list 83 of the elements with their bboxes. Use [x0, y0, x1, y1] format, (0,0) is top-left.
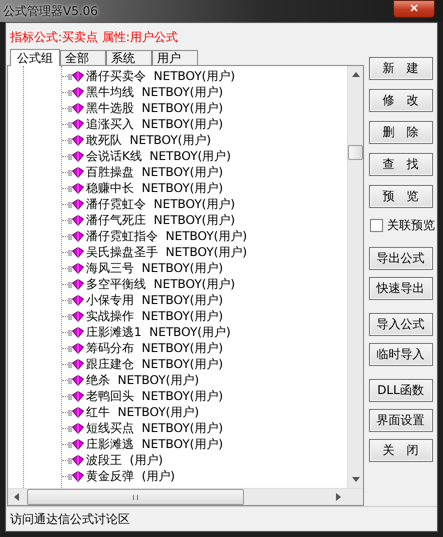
formula-cube-icon [68, 422, 84, 434]
formula-cube-icon [68, 358, 84, 370]
action-button[interactable]: 查 找 [368, 153, 432, 176]
formula-cube-icon [68, 198, 84, 210]
scroll-left-icon[interactable] [14, 493, 19, 501]
tree-item[interactable]: 潘仔气死庄 NETBOY(用户) [84, 212, 236, 228]
tree-item[interactable]: 稳赚中长 NETBOY(用户) [84, 180, 224, 196]
formula-cube-icon [68, 134, 84, 146]
tree-item[interactable]: 庄影滩逃 NETBOY(用户) [84, 436, 224, 452]
formula-cube-icon [68, 390, 84, 402]
formula-cube-icon [68, 118, 84, 130]
scroll-up-icon[interactable] [352, 72, 360, 77]
tree-item[interactable]: 黄金反弹 (用户) [84, 468, 175, 484]
tree-item[interactable]: 小保专用 NETBOY(用户) [84, 292, 224, 308]
tree-item[interactable]: 敢死队 NETBOY(用户) [84, 132, 212, 148]
tree-item[interactable]: 潘仔霓虹令 NETBOY(用户) [84, 196, 236, 212]
tab[interactable]: 公式组 [10, 49, 60, 66]
tree-item[interactable]: 波段王 (用户) [84, 452, 163, 468]
tree-item[interactable]: 绝杀 NETBOY(用户) [84, 372, 200, 388]
tree-item[interactable]: 海风三号 NETBOY(用户) [84, 260, 224, 276]
action-button[interactable]: DLL函数 [368, 379, 432, 402]
tree-item[interactable]: 红牛 NETBOY(用户) [84, 404, 200, 420]
formula-cube-icon [68, 214, 84, 226]
action-button[interactable]: 预 览 [368, 185, 432, 208]
tree-item[interactable]: 跟庄建仓 NETBOY(用户) [84, 356, 224, 372]
formula-info: 指标公式:买卖点 属性:用户公式 [9, 29, 179, 45]
tree-item[interactable]: 潘仔霓虹指令 NETBOY(用户) [84, 228, 248, 244]
tree-item[interactable]: 会说话K线 NETBOY(用户) [84, 148, 231, 164]
grip-icon [133, 494, 138, 500]
formula-cube-icon [68, 262, 84, 274]
action-button[interactable]: 导出公式 [368, 247, 432, 270]
tree-item[interactable]: 筹码分布 NETBOY(用户) [84, 340, 224, 356]
tree-item[interactable]: 庄影滩逃1 NETBOY(用户) [84, 324, 231, 340]
tree-item[interactable]: 实战操作 NETBOY(用户) [84, 308, 224, 324]
formula-cube-icon [68, 246, 84, 258]
formula-cube-icon [68, 182, 84, 194]
action-button[interactable]: 快速导出 [368, 277, 432, 300]
tree-item[interactable]: 短线买点 NETBOY(用户) [84, 420, 224, 436]
action-button[interactable]: 删 除 [368, 121, 432, 144]
preview-checkbox[interactable]: 关联预览 [370, 217, 435, 234]
status-bar: 访问通达信公式讨论区 [6, 506, 437, 531]
tree-item[interactable]: 老鸭回头 NETBOY(用户) [84, 388, 224, 404]
formula-cube-icon [68, 294, 84, 306]
formula-cube-icon [68, 230, 84, 242]
action-button[interactable]: 导入公式 [368, 313, 432, 336]
horizontal-scrollbar[interactable] [8, 488, 363, 505]
action-button[interactable]: 关 闭 [368, 439, 432, 462]
window-title: 公式管理器V5.06 [3, 2, 98, 20]
tab[interactable]: 全部 [60, 50, 106, 65]
tab[interactable]: 系统 [106, 50, 152, 65]
scroll-right-icon[interactable] [336, 493, 341, 501]
action-button[interactable]: 新 建 [368, 57, 432, 80]
action-button[interactable]: 临时导入 [368, 343, 432, 366]
action-button[interactable]: 界面设置 [368, 409, 432, 432]
formula-cube-icon [68, 438, 84, 450]
formula-cube-icon [68, 86, 84, 98]
tree-item[interactable]: 黑牛选股 NETBOY(用户) [84, 100, 224, 116]
formula-cube-icon [68, 470, 84, 482]
action-button[interactable]: 修 改 [368, 89, 432, 112]
tree-item[interactable]: 吴氏操盘圣手 NETBOY(用户) [84, 244, 248, 260]
formula-cube-icon [68, 454, 84, 466]
scroll-down-icon[interactable] [352, 477, 360, 482]
formula-cube-icon [68, 406, 84, 418]
formula-cube-icon [68, 166, 84, 178]
formula-cube-icon [68, 70, 84, 82]
close-button[interactable]: ✕ [393, 0, 435, 18]
vertical-scrollbar[interactable] [347, 66, 363, 488]
tab[interactable]: 用户 [152, 50, 198, 65]
formula-cube-icon [68, 342, 84, 354]
formula-cube-icon [68, 310, 84, 322]
scroll-thumb[interactable] [27, 489, 244, 505]
tree-item[interactable]: 潘仔买卖令 NETBOY(用户) [84, 68, 236, 84]
formula-cube-icon [68, 278, 84, 290]
formula-cube-icon [68, 374, 84, 386]
tree-item[interactable]: 百胜操盘 NETBOY(用户) [84, 164, 224, 180]
tree-item[interactable]: 黑牛均线 NETBOY(用户) [84, 84, 224, 100]
tree-item[interactable]: 多空平衡线 NETBOY(用户) [84, 276, 236, 292]
scroll-thumb[interactable] [348, 145, 363, 160]
formula-cube-icon [68, 102, 84, 114]
formula-cube-icon [68, 326, 84, 338]
tree-item[interactable]: 追涨买入 NETBOY(用户) [84, 116, 224, 132]
checkbox[interactable] [370, 219, 383, 232]
formula-cube-icon [68, 150, 84, 162]
